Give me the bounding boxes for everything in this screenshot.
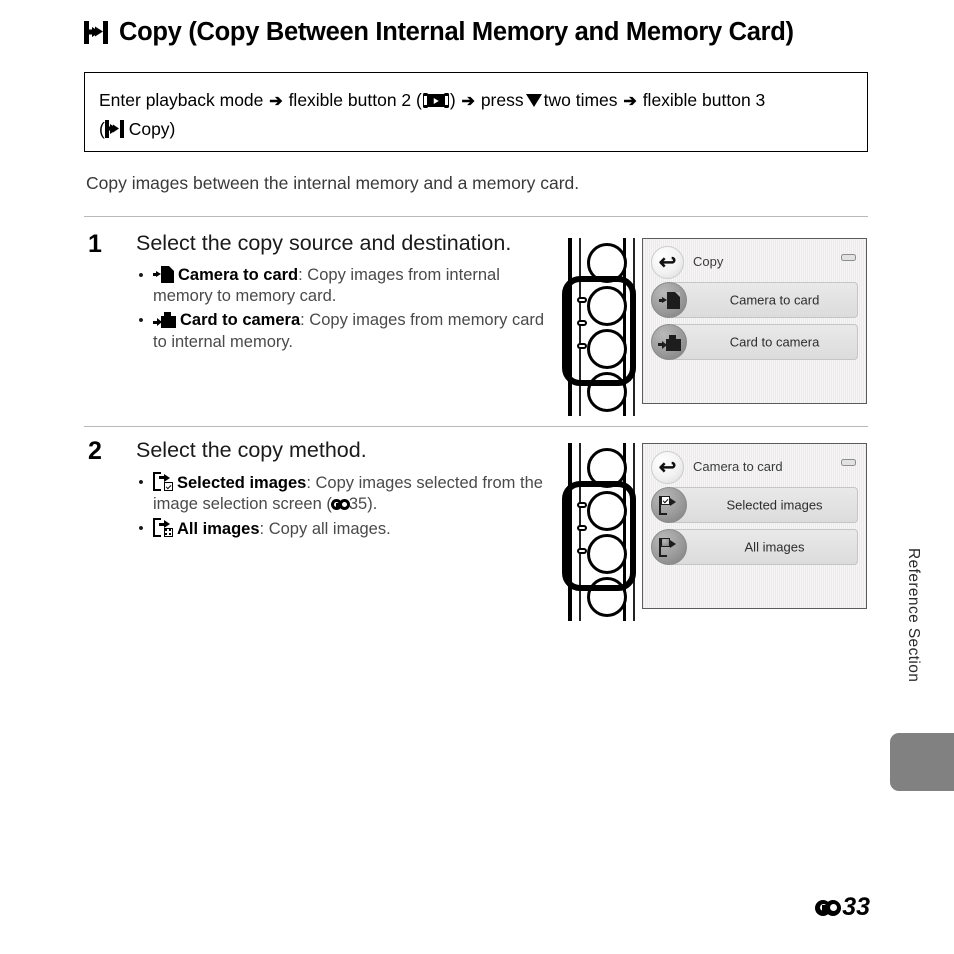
menu-item-label: All images bbox=[744, 539, 805, 555]
path-segment-enter-playback: Enter playback mode bbox=[99, 90, 264, 110]
menu-plate[interactable]: Card to camera bbox=[669, 324, 858, 360]
bullet-text: All images: Copy all images. bbox=[153, 518, 548, 541]
step-1-title: Select the copy source and destination. bbox=[136, 231, 512, 255]
camera-body-illustration bbox=[560, 238, 638, 416]
battery-icon bbox=[841, 459, 856, 466]
step-2-bullets: • Selected images: Copy images selected … bbox=[136, 471, 548, 542]
step-2-number: 2 bbox=[88, 437, 102, 465]
arrow-glyph-2: ➔ bbox=[461, 93, 475, 110]
battery-icon bbox=[841, 254, 856, 261]
menu-item-icon-badge bbox=[651, 529, 687, 565]
intro-text: Copy images between the internal memory … bbox=[86, 173, 580, 193]
section-divider-1 bbox=[84, 216, 868, 217]
page-number: 33 bbox=[842, 893, 870, 921]
selected-images-icon bbox=[659, 495, 679, 515]
path-segment-flexible-button-2: flexible button 2 ( bbox=[288, 90, 422, 110]
path-segment-copy-label: Copy) bbox=[128, 118, 176, 139]
reference-section-icon bbox=[330, 499, 350, 511]
copy-icon-inline bbox=[104, 119, 124, 138]
navigation-path-line-2: ( Copy) bbox=[99, 115, 851, 143]
arrow-glyph-3: ➔ bbox=[623, 93, 637, 110]
side-section-tab bbox=[890, 733, 954, 791]
bullet-label: All images bbox=[177, 520, 260, 539]
screen-header: ↩ Camera to card bbox=[649, 450, 860, 487]
bullet-label: Card to camera bbox=[180, 311, 301, 330]
navigation-path-box: Enter playback mode ➔ flexible button 2 … bbox=[84, 72, 868, 152]
screen-menu-item-selected-images[interactable]: Selected images bbox=[649, 487, 860, 523]
navigation-path-line-1: Enter playback mode ➔ flexible button 2 … bbox=[99, 86, 851, 115]
path-segment-two-times: two times bbox=[543, 90, 618, 110]
camera-screen-step-1: ↩ Copy Camera to card Card to camera bbox=[642, 238, 867, 404]
down-arrow-icon bbox=[525, 94, 542, 107]
selected-images-icon bbox=[153, 471, 173, 491]
screen-menu-item-card-to-camera[interactable]: Card to camera bbox=[649, 324, 860, 360]
menu-plate[interactable]: Selected images bbox=[669, 487, 858, 523]
menu-item-label: Card to camera bbox=[729, 334, 820, 350]
back-arrow-icon[interactable]: ↩ bbox=[651, 246, 684, 279]
card-to-camera-icon bbox=[153, 311, 176, 329]
bullet-card-to-camera: • Card to camera: Copy images from memor… bbox=[136, 310, 548, 354]
page-footer: 33 bbox=[815, 893, 870, 922]
step-1-bullets: • Camera to card: Copy images from inter… bbox=[136, 265, 548, 355]
menu-item-label: Selected images bbox=[726, 497, 823, 513]
bullet-desc-end: ). bbox=[367, 495, 378, 514]
page-title: Copy (Copy Between Internal Memory and M… bbox=[84, 18, 874, 46]
bullet-selected-images: • Selected images: Copy images selected … bbox=[136, 471, 548, 517]
bullet-all-images: • All images: Copy all images. bbox=[136, 518, 548, 541]
copy-icon bbox=[84, 20, 108, 44]
camera-body-illustration bbox=[560, 443, 638, 621]
section-divider-2 bbox=[84, 426, 868, 427]
bullet-dot: • bbox=[138, 312, 144, 330]
menu-plate[interactable]: All images bbox=[669, 529, 858, 565]
arrow-glyph: ➔ bbox=[269, 93, 283, 110]
step-2-title: Select the copy method. bbox=[136, 438, 367, 462]
bullet-dot: • bbox=[138, 473, 144, 491]
camera-to-card-icon bbox=[153, 265, 174, 283]
menu-item-icon-badge bbox=[651, 282, 687, 318]
path-segment-press: press bbox=[480, 90, 524, 110]
menu-item-icon-badge bbox=[651, 324, 687, 360]
screen-header: ↩ Copy bbox=[649, 245, 860, 282]
screen-menu-item-all-images[interactable]: All images bbox=[649, 529, 860, 565]
menu-item-icon-badge bbox=[651, 487, 687, 523]
bullet-dot: • bbox=[138, 266, 144, 284]
playback-mode-icon bbox=[422, 93, 449, 108]
menu-item-label: Camera to card bbox=[729, 292, 820, 308]
bullet-desc: : Copy all images. bbox=[259, 520, 391, 539]
bullet-ref-page: 35 bbox=[348, 495, 368, 514]
back-arrow-icon[interactable]: ↩ bbox=[651, 451, 684, 484]
bullet-text: Card to camera: Copy images from memory … bbox=[153, 310, 548, 354]
path-paren-close: ) bbox=[449, 90, 456, 110]
bullet-camera-to-card: • Camera to card: Copy images from inter… bbox=[136, 265, 548, 309]
menu-plate[interactable]: Camera to card bbox=[669, 282, 858, 318]
screen-title: Camera to card bbox=[693, 459, 783, 474]
path-segment-flexible-button-3: flexible button 3 bbox=[642, 90, 766, 110]
card-to-camera-icon bbox=[657, 334, 681, 351]
all-images-icon bbox=[153, 518, 173, 538]
side-section-label: Reference Section bbox=[905, 548, 922, 683]
screen-menu-item-camera-to-card[interactable]: Camera to card bbox=[649, 282, 860, 318]
all-images-icon bbox=[659, 537, 679, 557]
screen-title: Copy bbox=[693, 254, 724, 269]
bullet-text: Camera to card: Copy images from interna… bbox=[153, 265, 548, 309]
camera-to-card-icon bbox=[658, 291, 680, 309]
highlight-box bbox=[562, 276, 636, 386]
highlight-box bbox=[562, 481, 636, 591]
camera-screen-step-2: ↩ Camera to card Selected images All ima… bbox=[642, 443, 867, 609]
step-1-number: 1 bbox=[88, 230, 102, 258]
bullet-label: Camera to card bbox=[178, 265, 299, 284]
reference-section-icon bbox=[815, 899, 842, 916]
bullet-dot: • bbox=[138, 520, 144, 538]
page-title-text: Copy (Copy Between Internal Memory and M… bbox=[119, 18, 794, 46]
bullet-text: Selected images: Copy images selected fr… bbox=[153, 471, 548, 517]
bullet-label: Selected images bbox=[177, 473, 307, 492]
